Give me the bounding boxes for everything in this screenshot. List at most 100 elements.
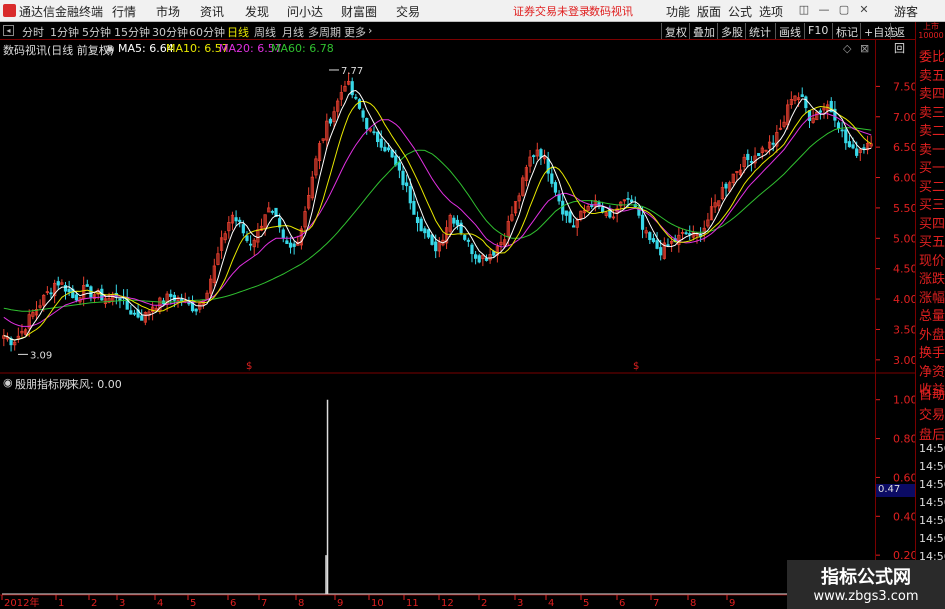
sidebar-item[interactable]: 买一 [919,157,945,176]
candle-body [746,153,750,161]
sidebar-time: 14:56 [919,514,945,527]
sidebar-trade-item[interactable]: 盘后 [919,424,945,443]
candle-body [851,144,855,149]
candle-body [423,228,427,234]
candle-body [484,257,489,261]
high-label: 7.77 [341,66,363,77]
sidebar-item[interactable]: 卖五 [919,65,945,84]
candle-body [539,149,543,158]
candle-body [477,255,481,263]
candle-body [626,198,630,200]
sidebar-item[interactable]: 净资 [919,361,945,380]
sidebar-item[interactable]: 涨跌 [919,268,945,287]
candle-body [749,161,754,163]
date-tick-label: 3 [119,598,125,609]
candle-body [238,219,242,222]
kline-chart[interactable]: 7.507.006.506.005.505.004.504.003.503.00… [0,0,915,609]
candle-body [372,131,376,134]
candle-body [386,147,391,151]
candle-body [241,224,245,234]
candle-body [376,131,380,143]
ma5-line [3,89,872,341]
sidebar-item[interactable]: 现价 [919,250,945,269]
sidebar-trade-item[interactable]: 自动 [919,384,945,403]
candle-body [757,153,761,157]
candle-body [561,200,565,215]
candle-body [354,96,358,99]
diamond-icon[interactable]: ◇ [843,42,851,55]
sidebar-item[interactable]: 买五 [919,231,945,250]
candle-body [49,292,53,295]
candle-body [63,284,68,292]
candle-body [557,194,561,202]
candle-body [248,243,253,246]
sidebar-item[interactable]: 外盘 [919,324,945,343]
date-tick-label: 9 [729,598,735,609]
candle-body [648,232,652,241]
sidebar-item[interactable]: 委比 [919,46,945,65]
date-tick-label: 5 [190,598,196,609]
candle-body [855,148,859,156]
sidebar-time: 14:56 [919,478,945,491]
candle-body [194,308,198,312]
candle-body [357,99,362,109]
date-tick-label: 2 [481,598,487,609]
sidebar-item[interactable]: 换手 [919,342,945,361]
candle-body [365,118,369,129]
candle-body [452,217,456,224]
sidebar-item[interactable]: 卖三 [919,102,945,121]
sidebar-trade-item[interactable]: 交易 [919,404,945,423]
sidebar-item[interactable]: 买二 [919,176,945,195]
candle-body [655,240,659,249]
candle-body [292,243,296,247]
candle-body [836,122,841,129]
site-watermark: 指标公式网 www.zbgs3.com [787,560,945,609]
candle-body [169,293,173,297]
date-tick-label: 12 [441,598,454,609]
candle-body [804,96,808,109]
candle-body [288,242,293,248]
candle-body [397,162,401,171]
sidebar-item[interactable]: 总量 [919,305,945,324]
candle-body [426,229,431,238]
candle-body [840,129,844,132]
candle-body [601,207,605,213]
candle-body [550,173,554,184]
sidebar-item[interactable]: 卖四 [919,83,945,102]
candle-body [844,129,848,144]
candle-body [350,81,354,96]
indicator-settings-icon[interactable]: ◉ [3,376,13,389]
candle-body [419,218,423,232]
candle-body [571,225,576,228]
candle-body [434,241,438,252]
candle-body [630,199,634,202]
candle-body [659,247,663,256]
watermark-url: www.zbgs3.com [813,589,919,604]
split-marker: $ [246,361,252,372]
candle-body [666,244,670,247]
ma20-line [3,113,872,327]
crosshair-value-box: 0.47 [876,484,915,497]
sidebar-item[interactable]: 买四 [919,213,945,232]
sidebar-item[interactable]: 买三 [919,194,945,213]
sidebar-item[interactable]: 涨幅 [919,287,945,306]
candle-body [415,216,420,224]
settings-icon[interactable]: ◉ [105,42,115,55]
candle-body [401,170,405,186]
date-tick-label: 5 [583,598,589,609]
candle-body [463,234,467,240]
sidebar-item[interactable]: 卖二 [919,120,945,139]
candle-body [474,254,478,259]
candle-body [74,294,78,301]
sidebar-time: 14:56 [919,532,945,545]
date-tick-label: 7 [261,598,267,609]
sidebar-item[interactable]: 卖一 [919,139,945,158]
candle-body [285,240,289,244]
candle-body [405,182,409,187]
candle-body [546,158,550,174]
expand-icon[interactable]: ⊠ [860,42,869,55]
date-tick-label: 8 [298,598,304,609]
date-tick-label: 1 [58,598,64,609]
sidebar-top-label1: 上市 [923,22,939,31]
candle-body [361,110,365,118]
